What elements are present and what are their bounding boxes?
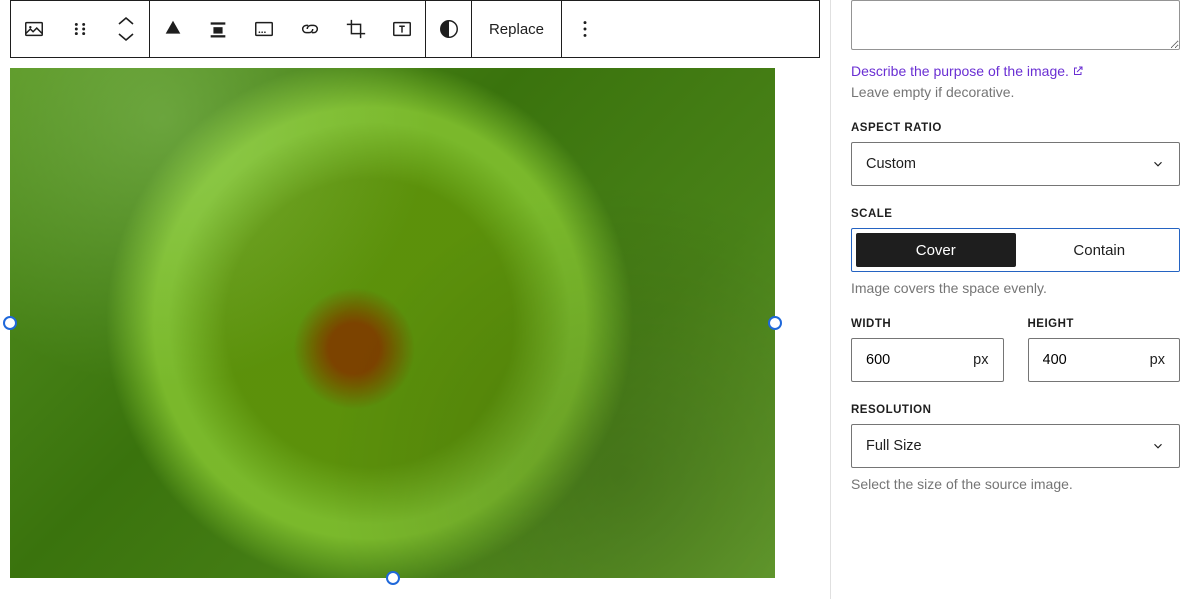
text-overlay-button[interactable] [379, 1, 425, 57]
align-button[interactable] [149, 1, 195, 57]
block-type-image-button[interactable] [11, 1, 57, 57]
block-mover[interactable] [103, 1, 149, 57]
alt-text-textarea[interactable] [851, 0, 1180, 50]
height-input-wrap[interactable]: px [1028, 338, 1181, 382]
link-button[interactable] [287, 1, 333, 57]
width-unit: px [973, 352, 988, 368]
text-align-button[interactable] [195, 1, 241, 57]
replace-label: Replace [489, 21, 544, 38]
drag-handle[interactable] [57, 1, 103, 57]
scale-description: Image covers the space evenly. [851, 280, 1180, 296]
aspect-ratio-select[interactable]: Custom [851, 142, 1180, 186]
width-label: WIDTH [851, 318, 1004, 330]
image-preview [10, 68, 775, 578]
width-input-wrap[interactable]: px [851, 338, 1004, 382]
height-input[interactable] [1043, 352, 1103, 368]
caption-button[interactable] [241, 1, 287, 57]
more-options-button[interactable] [561, 1, 607, 57]
height-unit: px [1150, 352, 1165, 368]
resize-handle-right[interactable] [768, 316, 782, 330]
duotone-button[interactable] [425, 1, 471, 57]
width-input[interactable] [866, 352, 926, 368]
resolution-description: Select the size of the source image. [851, 476, 1180, 492]
block-settings-sidebar: Describe the purpose of the image. Leave… [830, 0, 1200, 599]
describe-image-link[interactable]: Describe the purpose of the image. [851, 63, 1084, 79]
resize-handle-bottom[interactable] [386, 571, 400, 585]
resolution-select[interactable]: Full Size [851, 424, 1180, 468]
chevron-down-icon [1151, 157, 1165, 171]
chevron-down-icon [1151, 439, 1165, 453]
resize-handle-left[interactable] [3, 316, 17, 330]
aspect-ratio-label: ASPECT RATIO [851, 122, 1180, 134]
replace-button[interactable]: Replace [471, 1, 561, 57]
scale-cover-button[interactable]: Cover [856, 233, 1016, 267]
resolution-value: Full Size [866, 438, 922, 454]
scale-segmented-control: Cover Contain [851, 228, 1180, 272]
block-toolbar: Replace [10, 0, 820, 58]
resolution-label: RESOLUTION [851, 404, 1180, 416]
describe-image-link-text: Describe the purpose of the image. [851, 63, 1069, 79]
external-link-icon [1072, 65, 1084, 77]
image-block[interactable] [10, 68, 775, 578]
aspect-ratio-value: Custom [866, 156, 916, 172]
editor-canvas: Replace [0, 0, 830, 599]
scale-label: SCALE [851, 208, 1180, 220]
height-label: HEIGHT [1028, 318, 1181, 330]
scale-contain-button[interactable]: Contain [1020, 229, 1180, 271]
crop-button[interactable] [333, 1, 379, 57]
alt-decorative-hint: Leave empty if decorative. [851, 84, 1180, 100]
